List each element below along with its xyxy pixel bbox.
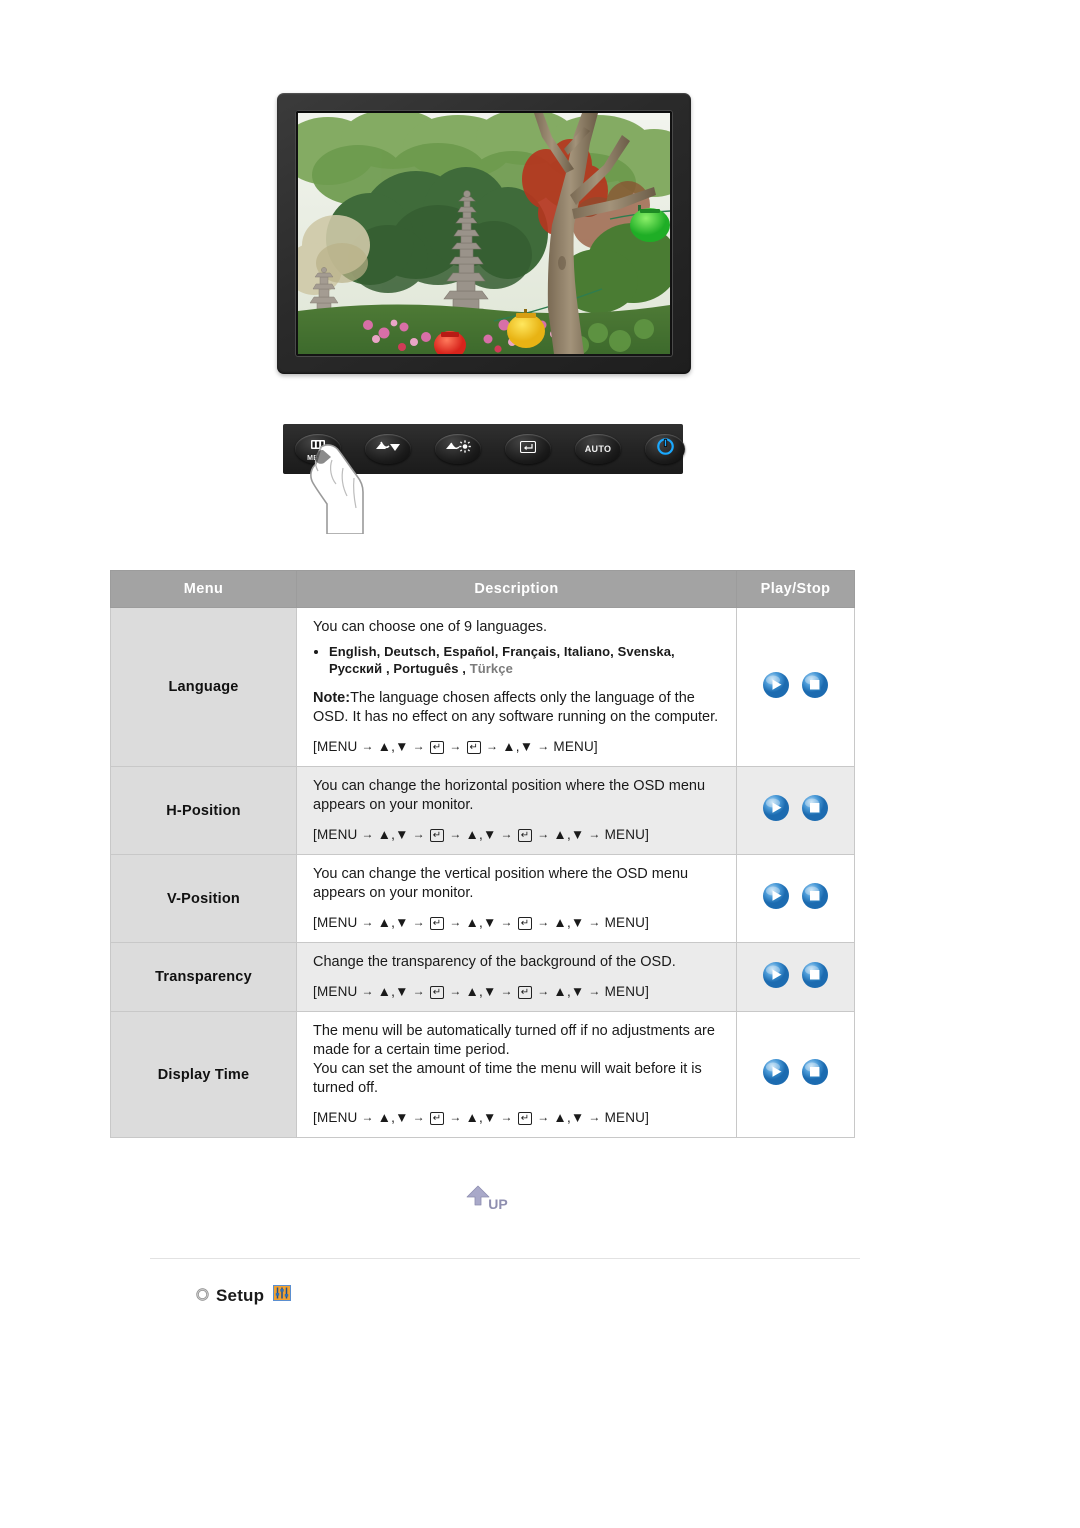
menu-button[interactable]: MENU [295, 434, 341, 464]
up-button-label: UP [488, 1196, 507, 1212]
shortcut-display-time: [MENU → ▲,▼ → ↵ → ▲,▼ → ↵ → ▲,▼ → MENU] [313, 1110, 650, 1125]
source-down-button[interactable] [365, 434, 411, 464]
scroll-up-button[interactable]: UP [459, 1183, 517, 1221]
source-down-icon [375, 440, 401, 458]
note-text: The language chosen affects only the lan… [313, 690, 719, 725]
enter-key-icon: ↵ [517, 829, 533, 842]
osd-settings-table: Menu Description Play/Stop Language You … [110, 570, 855, 1138]
column-header-description: Description [296, 570, 737, 608]
stop-icon[interactable] [801, 961, 829, 994]
menu-label-display-time: Display Time [110, 1011, 297, 1138]
enter-button[interactable] [505, 434, 551, 464]
play-stop-display-time [736, 1011, 855, 1138]
monitor-screen-photo [298, 113, 670, 354]
control-panel-bar [283, 424, 683, 474]
h-position-intro-text: You can change the horizontal position w… [313, 778, 706, 813]
menu-label-language: Language [110, 607, 297, 767]
shortcut-v-position: [MENU → ▲,▼ → ↵ → ▲,▼ → ↵ → ▲,▼ → MENU] [313, 915, 650, 930]
transparency-intro-text: Change the transparency of the backgroun… [313, 954, 676, 970]
description-display-time: The menu will be automatically turned of… [296, 1011, 737, 1138]
languages-line-1: English, Deutsch, Español, Français, Ita… [329, 644, 675, 659]
monitor-product-image [277, 93, 691, 374]
list-item: English, Deutsch, Español, Français, Ita… [329, 643, 722, 677]
stop-icon[interactable] [801, 882, 829, 915]
play-stop-transparency [736, 942, 855, 1012]
enter-key-icon: ↵ [429, 917, 445, 930]
languages-line-2-dim: Türkçe [469, 661, 513, 676]
languages-line-2: Русский , Português , [329, 661, 466, 676]
auto-button[interactable]: AUTO [575, 434, 621, 464]
table-row: V-Position You can change the vertical p… [110, 854, 855, 943]
enter-key-icon: ↵ [517, 986, 533, 999]
play-stop-language [736, 607, 855, 767]
setup-sliders-icon [273, 1285, 292, 1306]
enter-key-icon: ↵ [429, 986, 445, 999]
supported-languages-list: English, Deutsch, Español, Français, Ita… [313, 643, 722, 677]
v-position-intro-text: You can change the vertical position whe… [313, 866, 689, 901]
menu-label-v-position: V-Position [110, 854, 297, 943]
play-icon[interactable] [762, 961, 790, 994]
shortcut-transparency: [MENU → ▲,▼ → ↵ → ▲,▼ → ↵ → ▲,▼ → MENU] [313, 984, 650, 999]
power-icon [656, 438, 674, 460]
shortcut-h-position: [MENU → ▲,▼ → ↵ → ▲,▼ → ↵ → ▲,▼ → MENU] [313, 827, 650, 842]
description-h-position: You can change the horizontal position w… [296, 766, 737, 855]
table-row: Transparency Change the transparency of … [110, 942, 855, 1012]
table-row: Display Time The menu will be automatica… [110, 1011, 855, 1138]
description-v-position: You can change the vertical position whe… [296, 854, 737, 943]
display-time-intro-text-2: You can set the amount of time the menu … [313, 1061, 702, 1096]
brightness-up-icon [445, 440, 471, 458]
menu-button-label: MENU [307, 455, 329, 462]
column-header-play-stop: Play/Stop [736, 570, 855, 608]
play-stop-v-position [736, 854, 855, 943]
enter-key-icon: ↵ [429, 1112, 445, 1125]
shortcut-language: [MENU → ▲,▼ → ↵ → ↵ → ▲,▼ → MENU] [313, 739, 598, 754]
setup-heading-label: Setup [216, 1285, 265, 1305]
power-button[interactable] [645, 434, 685, 464]
brightness-up-button[interactable] [435, 434, 481, 464]
enter-key-icon: ↵ [466, 741, 482, 754]
menu-label-h-position: H-Position [110, 766, 297, 855]
play-icon[interactable] [762, 671, 790, 704]
auto-button-label: AUTO [584, 444, 612, 454]
column-header-menu: Menu [110, 570, 297, 608]
table-row: Language You can choose one of 9 languag… [110, 607, 855, 767]
section-divider [150, 1258, 860, 1259]
setup-section-heading: Setup [196, 1285, 292, 1306]
language-intro-text: You can choose one of 9 languages. [313, 619, 548, 635]
display-time-intro-text: The menu will be automatically turned of… [313, 1023, 715, 1058]
menu-bars-icon [311, 436, 325, 454]
enter-key-icon: ↵ [517, 917, 533, 930]
garden-photo-svg [298, 113, 670, 354]
enter-key-icon [519, 440, 537, 458]
note-label: Note: [313, 690, 351, 706]
play-stop-h-position [736, 766, 855, 855]
play-icon[interactable] [762, 882, 790, 915]
menu-label-transparency: Transparency [110, 942, 297, 1012]
language-note: Note:The language chosen affects only th… [313, 689, 722, 727]
monitor-control-panel: MENU AUTO [283, 424, 685, 535]
table-header-row: Menu Description Play/Stop [110, 570, 855, 608]
play-icon[interactable] [762, 794, 790, 827]
description-language: You can choose one of 9 languages. Engli… [296, 607, 737, 767]
enter-key-icon: ↵ [517, 1112, 533, 1125]
bullet-ring-icon [196, 1286, 209, 1306]
enter-key-icon: ↵ [429, 829, 445, 842]
stop-icon[interactable] [801, 794, 829, 827]
table-row: H-Position You can change the horizontal… [110, 766, 855, 855]
play-icon[interactable] [762, 1058, 790, 1091]
stop-icon[interactable] [801, 1058, 829, 1091]
stop-icon[interactable] [801, 671, 829, 704]
enter-key-icon: ↵ [429, 741, 445, 754]
description-transparency: Change the transparency of the backgroun… [296, 942, 737, 1012]
